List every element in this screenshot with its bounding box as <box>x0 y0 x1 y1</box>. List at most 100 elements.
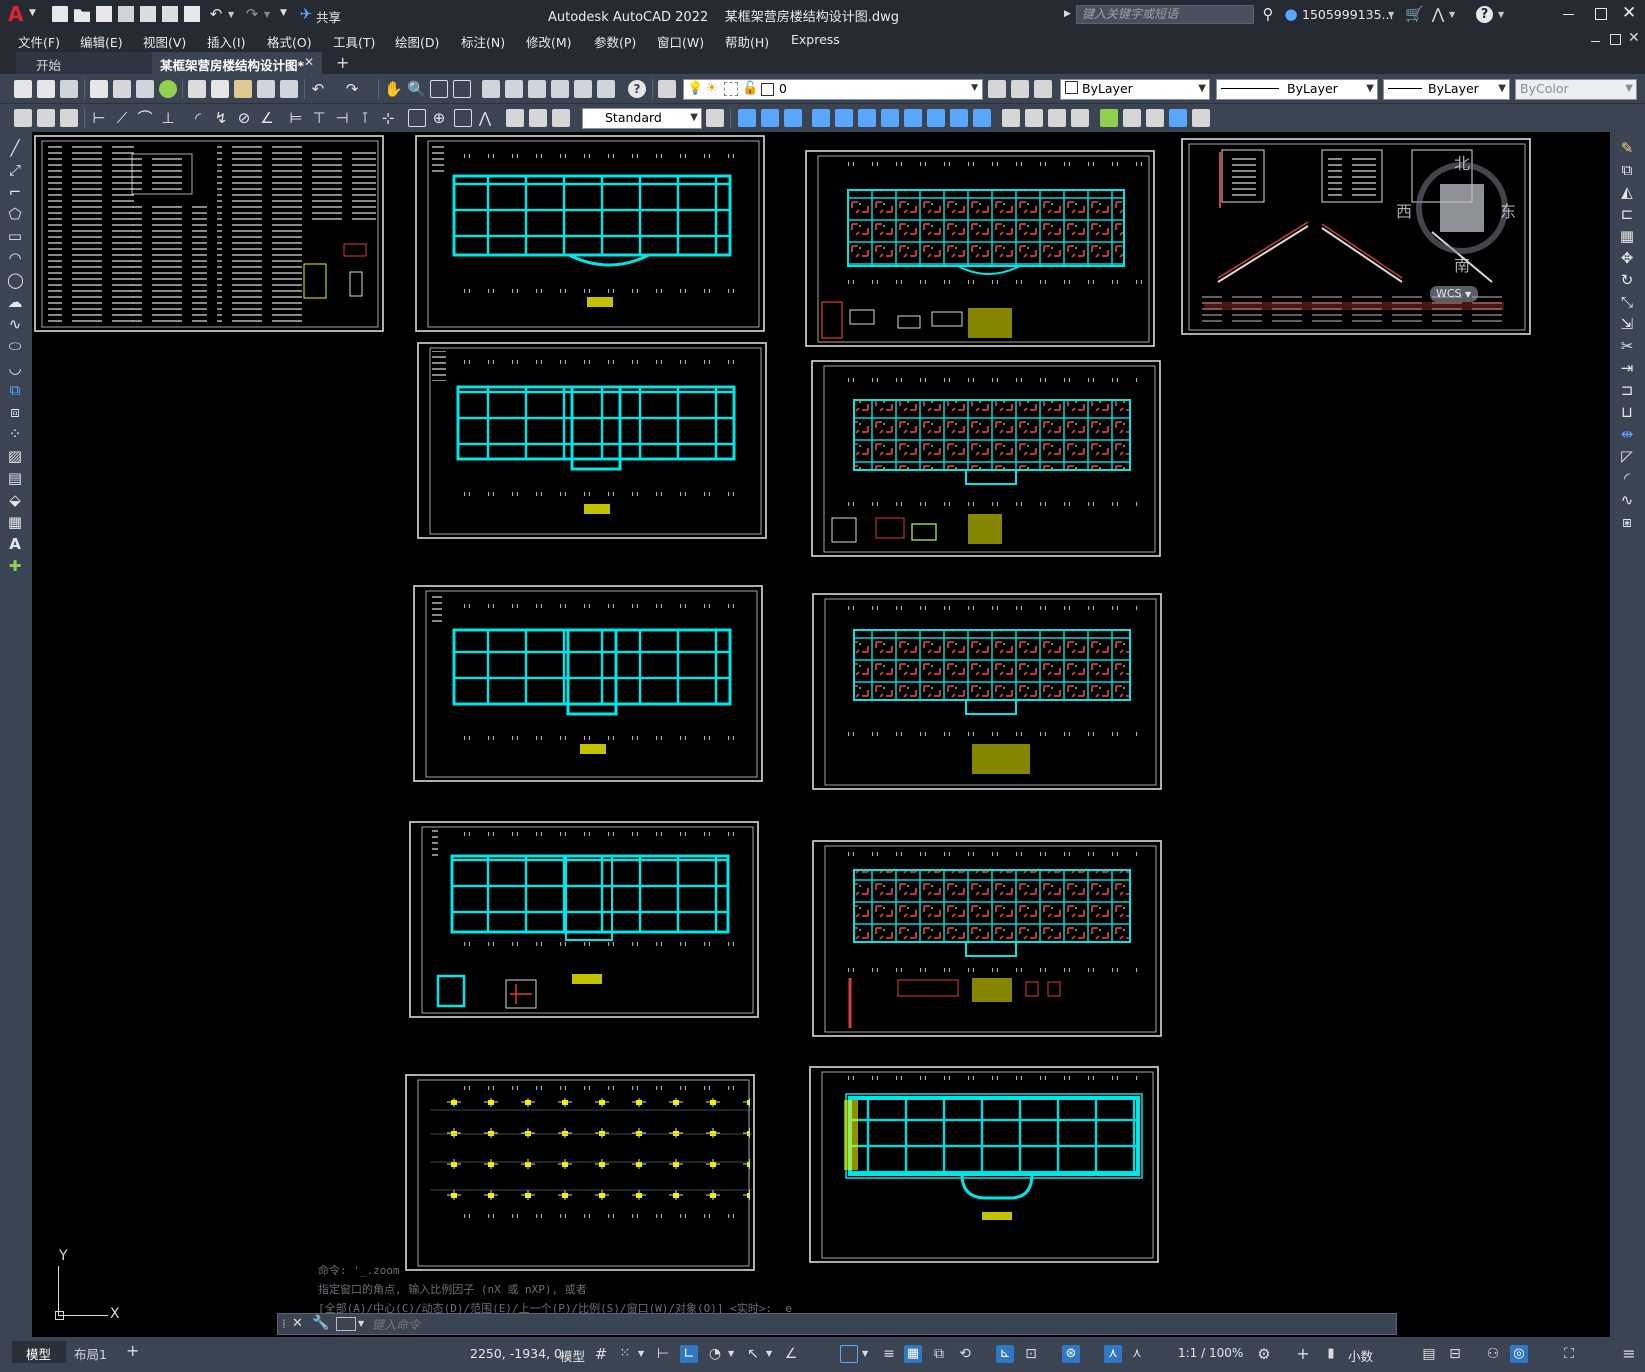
redo-dropdown-chevron-icon[interactable]: ▼ <box>264 10 270 19</box>
copy-icon[interactable] <box>211 80 229 98</box>
table-icon[interactable]: ▦ <box>7 514 23 530</box>
sheet-set-icon[interactable] <box>551 80 569 98</box>
intersect-icon[interactable] <box>784 109 802 127</box>
sheet-foundation-beams[interactable] <box>809 1066 1159 1263</box>
dim-baseline-icon[interactable]: ⊤ <box>311 110 327 126</box>
properties-icon[interactable] <box>482 80 500 98</box>
snap-chevron-icon[interactable]: ▼ <box>638 1345 648 1363</box>
offset-icon[interactable]: ⊏ <box>1619 206 1635 222</box>
dim-style-manager-icon[interactable] <box>706 109 724 127</box>
chamfer-icon[interactable]: ◸ <box>1619 448 1635 464</box>
plotstyle-combo[interactable]: ByColor ▼ <box>1515 79 1637 100</box>
mtext-icon[interactable]: A <box>7 536 23 552</box>
otrack-icon[interactable]: ∠ <box>782 1345 800 1363</box>
menu-parametric[interactable]: 参数(P) <box>594 32 636 51</box>
fillet-icon[interactable]: ◜ <box>1619 470 1635 486</box>
union-icon[interactable] <box>738 109 756 127</box>
color-dropdown-chevron-icon[interactable]: ▼ <box>1198 80 1206 98</box>
dim-jogline-icon[interactable]: ⋀ <box>477 110 493 126</box>
layer-properties-icon[interactable] <box>658 80 676 98</box>
osnap-icon[interactable] <box>840 1345 858 1363</box>
sheet-general-notes[interactable] <box>34 135 384 332</box>
color-faces-icon[interactable] <box>973 109 991 127</box>
share-icon[interactable]: ✈ <box>298 6 314 22</box>
dim-linear-icon[interactable]: ⊢ <box>91 110 107 126</box>
polygon-icon[interactable]: ⬠ <box>7 206 23 222</box>
command-customize-icon[interactable]: 🔧 <box>312 1315 329 1331</box>
quickcalc-icon[interactable] <box>597 80 615 98</box>
trim-icon[interactable]: ✂ <box>1619 338 1635 354</box>
match-properties-icon[interactable] <box>257 80 275 98</box>
viewcube-south[interactable]: 南 <box>1454 252 1470 276</box>
menu-express[interactable]: Express <box>791 32 840 47</box>
copy-object-icon[interactable]: ⧉ <box>1619 162 1635 178</box>
help-dropdown-chevron-icon[interactable]: ▼ <box>1498 10 1504 19</box>
lineweight-icon[interactable]: ≡ <box>880 1345 898 1363</box>
circle-icon[interactable]: ◯ <box>7 272 24 288</box>
dim-ordinate-icon[interactable]: ⊥ <box>160 110 176 126</box>
maximize-icon[interactable] <box>1595 8 1607 20</box>
layer-lock-icon[interactable]: 🔓 <box>742 81 758 96</box>
search-input[interactable]: 键入关键字或短语 <box>1076 5 1254 24</box>
sheet-plan-4[interactable] <box>409 821 759 1018</box>
lineweight-dropdown-chevron-icon[interactable]: ▼ <box>1498 80 1506 98</box>
line-icon[interactable]: ╱ <box>7 140 23 156</box>
hardware-acceleration-icon[interactable]: ◎ <box>1510 1345 1528 1363</box>
dim-continue-icon[interactable]: ⊣ <box>334 110 350 126</box>
stretch-icon[interactable]: ⇲ <box>1619 316 1635 332</box>
layer-viewport-icon[interactable] <box>724 82 738 96</box>
sheet-plan-1[interactable] <box>415 135 765 332</box>
layer-dropdown-chevron-icon[interactable]: ▼ <box>971 83 978 93</box>
user-account[interactable]: 1505999135... <box>1302 7 1393 22</box>
break-icon[interactable]: ⊔ <box>1619 404 1635 420</box>
open-web-icon[interactable] <box>140 6 156 22</box>
rotate-icon[interactable]: ↻ <box>1619 272 1635 288</box>
dim-space-icon[interactable]: ⊺ <box>357 110 373 126</box>
viewcube[interactable]: 北 南 东 西 WCS ▼ <box>1396 152 1530 302</box>
open-icon[interactable] <box>37 80 55 98</box>
explode-icon[interactable]: ⧆ <box>1619 514 1635 530</box>
viewcube-top-face[interactable] <box>1440 184 1484 232</box>
add-selected-icon[interactable]: ✚ <box>7 558 23 574</box>
tool-palettes-icon[interactable] <box>528 80 546 98</box>
osnap-chevron-icon[interactable]: ▼ <box>862 1345 872 1363</box>
plot-preview-icon[interactable] <box>113 80 131 98</box>
point-icon[interactable]: ⁘ <box>7 426 23 442</box>
make-current-layer-icon[interactable] <box>988 80 1006 98</box>
plot-toolbar-icon[interactable] <box>90 80 108 98</box>
isodraft-icon[interactable]: ↖ <box>744 1345 762 1363</box>
make-block-icon[interactable]: ⧈ <box>7 404 23 420</box>
new-layout-button[interactable]: + <box>126 1341 139 1360</box>
linetype-combo[interactable]: ByLayer ▼ <box>1216 79 1378 100</box>
sheet-rebar-2[interactable] <box>811 360 1161 557</box>
redo-icon[interactable]: ↷ <box>244 6 260 22</box>
cut-icon[interactable] <box>188 80 206 98</box>
plotstyle-dropdown-chevron-icon[interactable]: ▼ <box>1625 80 1633 98</box>
dynamic-ucs-icon[interactable]: ⊾ <box>996 1345 1014 1363</box>
arc-icon[interactable]: ◠ <box>7 250 23 266</box>
dim-arc-icon[interactable]: ⌒ <box>137 110 153 126</box>
new-tab-button[interactable]: + <box>336 53 349 72</box>
blend-curves-icon[interactable]: ∿ <box>1619 492 1635 508</box>
selection-filter-icon[interactable]: ⊡ <box>1022 1345 1040 1363</box>
join-icon[interactable]: ⇹ <box>1619 426 1635 442</box>
ellipse-arc-icon[interactable]: ◡ <box>7 360 23 376</box>
coordinate-readout[interactable]: 2250, -1934, 0 <box>470 1346 562 1361</box>
publish-icon[interactable] <box>136 80 154 98</box>
dim-angular-icon[interactable]: ∠ <box>259 110 275 126</box>
model-space-toggle[interactable]: 模型 <box>560 1346 585 1365</box>
layout-tab-layout1[interactable]: 布局1 <box>66 1341 122 1363</box>
tab-drawing[interactable]: 某框架营房楼结构设计图* ✕ <box>152 52 322 74</box>
snap-icon[interactable]: ⁙ <box>616 1345 634 1363</box>
menu-insert[interactable]: 插入(I) <box>207 32 245 51</box>
customize-quick-access-icon[interactable]: ▼ <box>280 8 287 18</box>
save-web-icon[interactable] <box>162 6 178 22</box>
shell-icon[interactable] <box>1071 109 1089 127</box>
imprint-icon[interactable] <box>1002 109 1020 127</box>
spline-icon[interactable]: ∿ <box>7 316 23 332</box>
command-grip-icon[interactable]: ⁞ <box>282 1317 286 1331</box>
copy-faces-icon[interactable] <box>950 109 968 127</box>
move-icon[interactable]: ✥ <box>1619 250 1635 266</box>
cart-icon[interactable]: 🛒 <box>1405 6 1424 22</box>
help-toolbar-icon[interactable]: ? <box>628 80 646 98</box>
